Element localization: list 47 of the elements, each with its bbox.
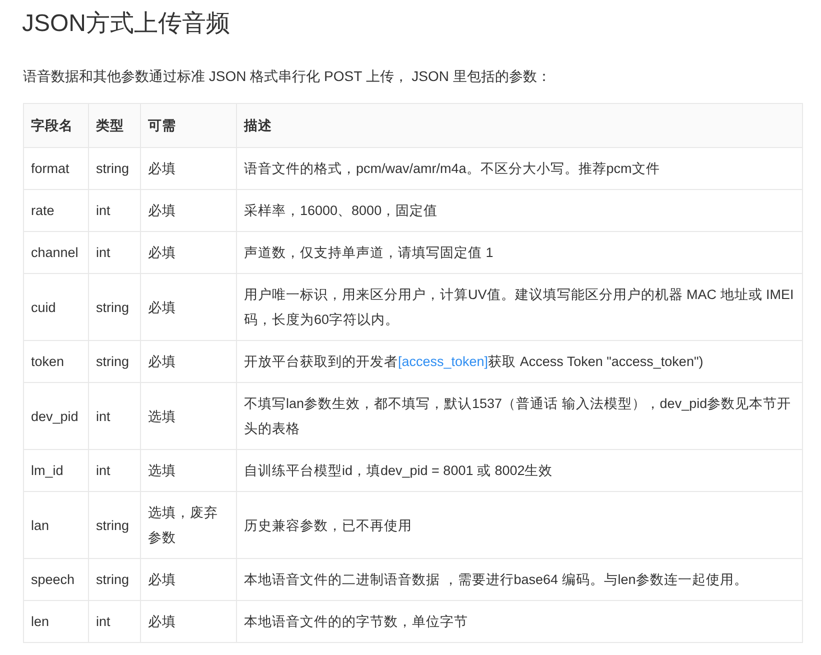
table-cell: dev_pid [24, 382, 88, 450]
table-cell: 本地语音文件的的字节数，单位字节 [236, 600, 802, 642]
access-token-link[interactable]: [access_token] [398, 354, 488, 369]
table-cell: 历史兼容参数，已不再使用 [236, 492, 802, 558]
table-cell: speech [24, 558, 88, 600]
table-cell: cuid [24, 274, 88, 340]
table-cell: string [88, 148, 140, 190]
table-cell: len [24, 600, 88, 642]
table-cell: 选填，废弃参数 [140, 492, 236, 558]
table-cell: 声道数，仅支持单声道，请填写固定值 1 [236, 232, 802, 274]
column-header: 描述 [236, 104, 802, 148]
column-header: 类型 [88, 104, 140, 148]
table-cell: 语音文件的格式，pcm/wav/amr/m4a。不区分大小写。推荐pcm文件 [236, 148, 802, 190]
table-cell: string [88, 558, 140, 600]
table-cell: lm_id [24, 450, 88, 492]
table-cell: string [88, 274, 140, 340]
table-cell: 采样率，16000、8000，固定值 [236, 190, 802, 232]
table-cell: lan [24, 492, 88, 558]
table-cell: 必填 [140, 232, 236, 274]
table-cell: 必填 [140, 558, 236, 600]
table-cell: rate [24, 190, 88, 232]
table-cell: 自训练平台模型id，填dev_pid = 8001 或 8002生效 [236, 450, 802, 492]
table-cell: 必填 [140, 340, 236, 382]
table-cell: 用户唯一标识，用来区分用户，计算UV值。建议填写能区分用户的机器 MAC 地址或 IMEI 码，长度为60字符以内。 [236, 274, 802, 340]
table-cell: 开放平台获取到的开发者[access_token]获取 Access Token "access_token") [236, 340, 802, 382]
column-header: 字段名 [24, 104, 88, 148]
table-cell: token [24, 340, 88, 382]
table-cell: 必填 [140, 274, 236, 340]
table-cell: 不填写lan参数生效，都不填写，默认1537（普通话 输入法模型），dev_pid参数见本节开头的表格 [236, 382, 802, 450]
table-cell: 选填 [140, 450, 236, 492]
table-cell: string [88, 340, 140, 382]
table-cell: channel [24, 232, 88, 274]
intro-text: 语音数据和其他参数通过标准 JSON 格式串行化 POST 上传， JSON 里包括的参数： [23, 67, 552, 86]
table-cell: int [88, 232, 140, 274]
table-cell: 选填 [140, 382, 236, 450]
table-cell: 必填 [140, 148, 236, 190]
table-cell: string [88, 492, 140, 558]
table-cell: format [24, 148, 88, 190]
table-cell: int [88, 190, 140, 232]
table-cell: int [88, 600, 140, 642]
page-title: JSON方式上传音频 [22, 9, 232, 39]
table-cell: 本地语音文件的二进制语音数据 ，需要进行base64 编码。与len参数连一起使用。 [236, 558, 802, 600]
table-cell: int [88, 382, 140, 450]
column-header: 可需 [140, 104, 236, 148]
table-cell: 必填 [140, 600, 236, 642]
table-cell: int [88, 450, 140, 492]
table-cell: 必填 [140, 190, 236, 232]
